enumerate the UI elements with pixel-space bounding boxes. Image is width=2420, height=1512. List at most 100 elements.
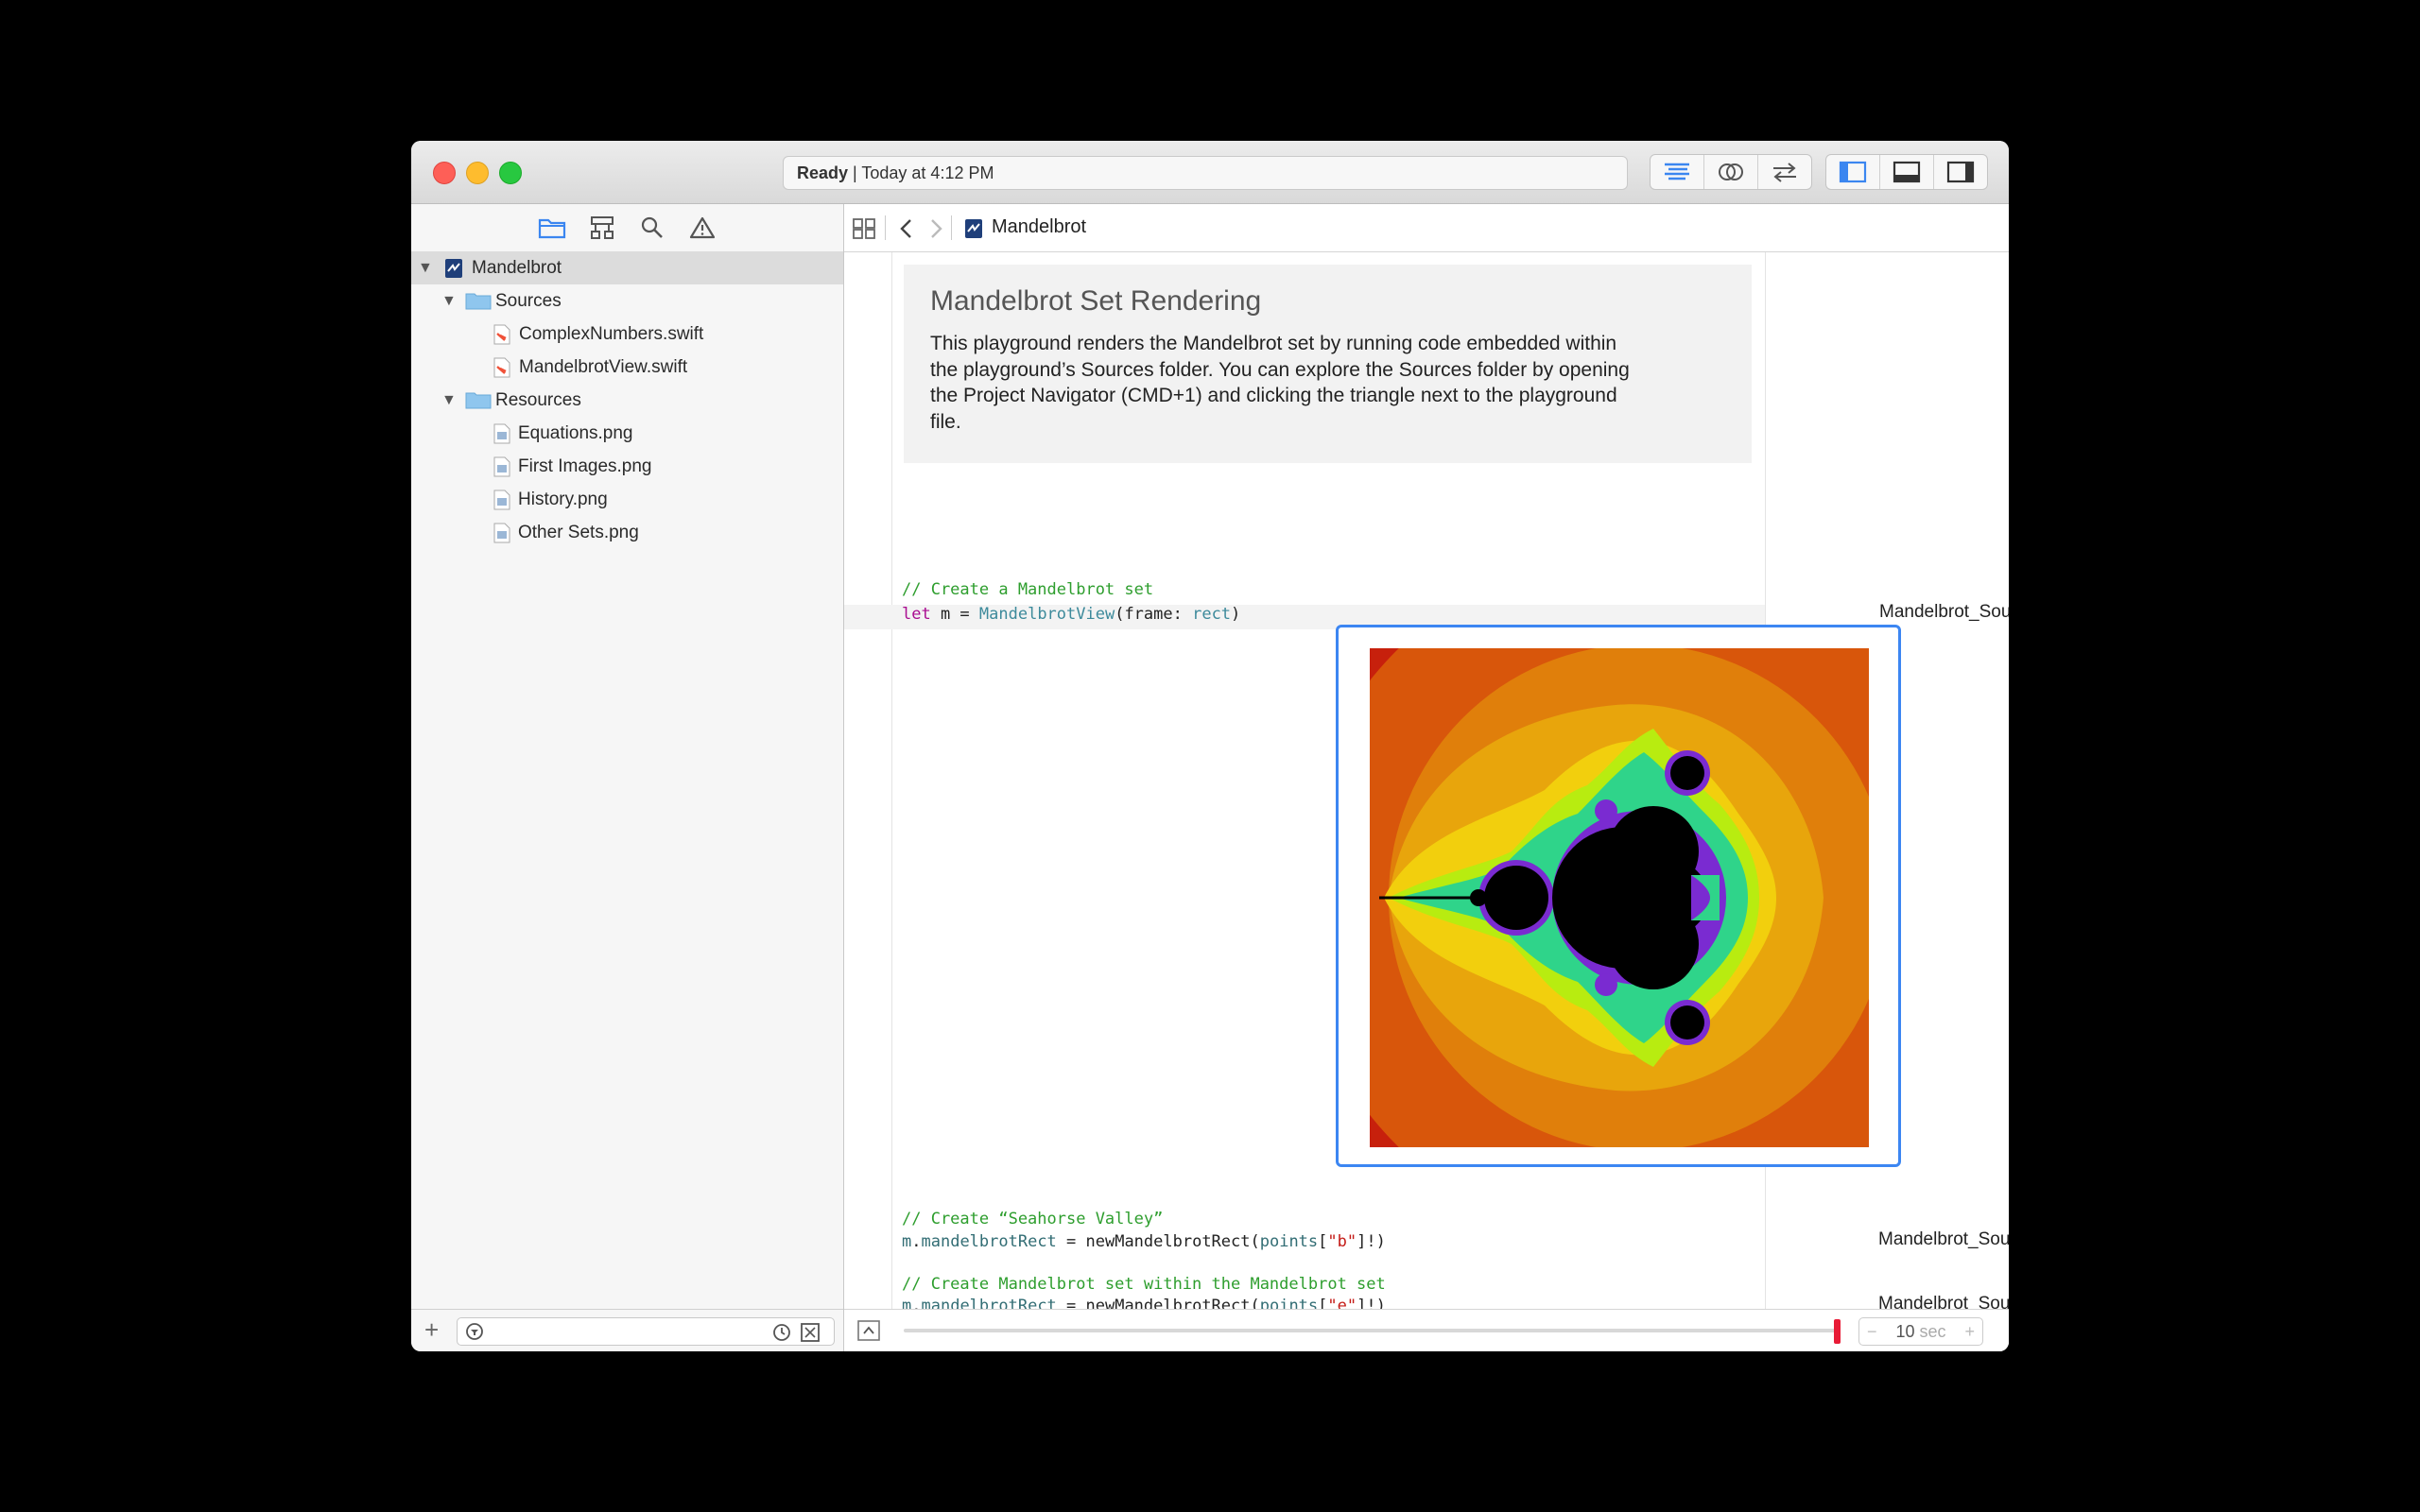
tree-item-resources-folder[interactable]: ▼ Resources	[411, 384, 843, 417]
source-control-filter-icon[interactable]	[800, 1322, 821, 1343]
code-keyword: let	[902, 605, 931, 624]
code-prop: mandelbrotRect	[921, 1232, 1057, 1251]
tree-item-label: ComplexNumbers.swift	[519, 324, 704, 344]
tree-item-label: Other Sets.png	[518, 523, 639, 542]
doc-title: Mandelbrot Set Rendering	[930, 285, 1262, 317]
tree-item-swift-file[interactable]: ComplexNumbers.swift	[411, 318, 843, 351]
panel-toggle-segmented-control	[1825, 154, 1988, 190]
tree-item-sources-folder[interactable]: ▼ Sources	[411, 284, 843, 318]
version-editor-button[interactable]	[1757, 155, 1811, 189]
code-text: .	[911, 1232, 922, 1251]
navigator-footer: +	[411, 1309, 843, 1351]
toggle-navigator-button[interactable]	[1826, 155, 1879, 189]
tree-item-label: Sources	[495, 291, 562, 311]
related-items-icon[interactable]	[852, 217, 876, 240]
tree-item-image-file[interactable]: Other Sets.png	[411, 516, 843, 549]
result-value[interactable]: Mandelbrot_Sources.M…	[1878, 1229, 2009, 1250]
swift-file-icon	[493, 324, 510, 345]
code-arg: rect	[1192, 605, 1232, 624]
code-type: MandelbrotView	[978, 605, 1115, 624]
disclosure-triangle-icon[interactable]: ▼	[441, 284, 457, 318]
tree-item-image-file[interactable]: Equations.png	[411, 417, 843, 450]
recent-files-icon[interactable]	[771, 1322, 792, 1343]
show-debug-area-icon[interactable]	[857, 1320, 880, 1341]
result-value[interactable]: Mandelbrot_Source…	[1879, 602, 2009, 623]
forward-arrow-icon[interactable]	[927, 217, 944, 240]
close-window-button[interactable]	[433, 162, 456, 184]
filter-icon	[466, 1323, 483, 1340]
inline-result-view[interactable]	[1336, 625, 1901, 1167]
tree-item-playground[interactable]: ▼ Mandelbrot	[411, 251, 843, 284]
timeline-scrubber[interactable]	[1834, 1319, 1841, 1344]
code-text: [	[1318, 1232, 1328, 1251]
tab-project-navigator[interactable]	[537, 213, 567, 243]
folder-icon	[538, 218, 566, 239]
markup-documentation: Mandelbrot Set Rendering This playground…	[904, 265, 1752, 463]
navigator-filter-field[interactable]	[457, 1317, 835, 1346]
minimize-window-button[interactable]	[466, 162, 489, 184]
doc-body: This playground renders the Mandelbrot s…	[930, 331, 1734, 435]
code-ident: points	[1259, 1232, 1319, 1251]
tab-find-navigator[interactable]	[637, 213, 667, 243]
tree-item-image-file[interactable]: History.png	[411, 483, 843, 516]
navigator-tab-bar	[411, 204, 843, 252]
code-text: ]!)	[1357, 1232, 1386, 1251]
playground-icon	[445, 259, 462, 278]
doc-line: This playground renders the Mandelbrot s…	[930, 333, 1617, 354]
navigator-panel-icon	[1839, 161, 1867, 183]
jump-bar: Mandelbrot	[844, 204, 2009, 252]
project-navigator: ▼ Mandelbrot ▼ Sources ComplexNumbers.sw…	[411, 204, 844, 1351]
disclosure-triangle-icon[interactable]: ▼	[441, 384, 457, 417]
doc-line: the playground’s Sources folder. You can…	[930, 358, 1630, 381]
code-text: m =	[930, 605, 979, 624]
tab-issue-navigator[interactable]	[687, 213, 717, 243]
disclosure-triangle-icon[interactable]: ▼	[418, 251, 433, 284]
playground-icon	[965, 219, 982, 238]
assistant-editor-icon	[1719, 163, 1743, 180]
add-file-button[interactable]: +	[424, 1315, 439, 1345]
code-comment: // Create Mandelbrot set within the Mand…	[902, 1275, 1386, 1294]
folder-icon	[465, 293, 492, 310]
tree-item-swift-file[interactable]: MandelbrotView.swift	[411, 351, 843, 384]
tree-item-label: Resources	[495, 390, 581, 410]
zoom-window-button[interactable]	[499, 162, 522, 184]
duration-unit: sec	[1914, 1321, 1946, 1341]
assistant-editor-button[interactable]	[1703, 155, 1757, 189]
toggle-debug-area-button[interactable]	[1879, 155, 1933, 189]
doc-line: the Project Navigator (CMD+1) and clicki…	[930, 385, 1617, 406]
standard-editor-button[interactable]	[1651, 155, 1703, 189]
warning-icon	[689, 216, 716, 239]
standard-editor-icon	[1665, 163, 1689, 180]
decrement-button[interactable]: −	[1867, 1322, 1877, 1342]
file-tree: ▼ Mandelbrot ▼ Sources ComplexNumbers.sw…	[411, 251, 843, 549]
tree-item-label: Equations.png	[518, 423, 633, 443]
increment-button[interactable]: +	[1964, 1322, 1975, 1342]
version-editor-icon	[1773, 163, 1796, 182]
toggle-utilities-button[interactable]	[1933, 155, 1987, 189]
search-icon	[641, 216, 663, 238]
jump-bar-file[interactable]: Mandelbrot	[992, 216, 1086, 238]
xcode-window: Ready | Today at 4:12 PM ▼ Mandelbrot ▼ …	[411, 141, 2009, 1351]
tree-item-label: First Images.png	[518, 456, 652, 476]
back-arrow-icon[interactable]	[898, 217, 915, 240]
activity-status-bar: Ready | Today at 4:12 PM	[783, 156, 1628, 190]
code-string: "b"	[1327, 1232, 1357, 1251]
editor-mode-segmented-control	[1650, 154, 1812, 190]
timeline-track[interactable]	[904, 1329, 1840, 1332]
tab-symbol-navigator[interactable]	[587, 213, 617, 243]
tree-item-label: History.png	[518, 490, 608, 509]
image-file-icon	[493, 490, 510, 510]
mandelbrot-image	[1370, 648, 1869, 1147]
code-line-let[interactable]: let m = MandelbrotView(frame: rect)	[902, 605, 1240, 624]
tree-item-label: MandelbrotView.swift	[519, 357, 688, 377]
status-separator: |	[848, 163, 862, 182]
code-ident: m	[902, 1232, 912, 1251]
utilities-panel-icon	[1946, 161, 1975, 183]
code-line-seahorse[interactable]: m.mandelbrotRect = newMandelbrotRect(poi…	[902, 1232, 1386, 1251]
image-file-icon	[493, 456, 510, 477]
duration-stepper[interactable]: − 10 sec +	[1858, 1317, 1983, 1346]
code-text: )	[1231, 605, 1241, 624]
editor-footer: − 10 sec +	[844, 1309, 2009, 1351]
line-gutter	[844, 252, 892, 1310]
tree-item-image-file[interactable]: First Images.png	[411, 450, 843, 483]
